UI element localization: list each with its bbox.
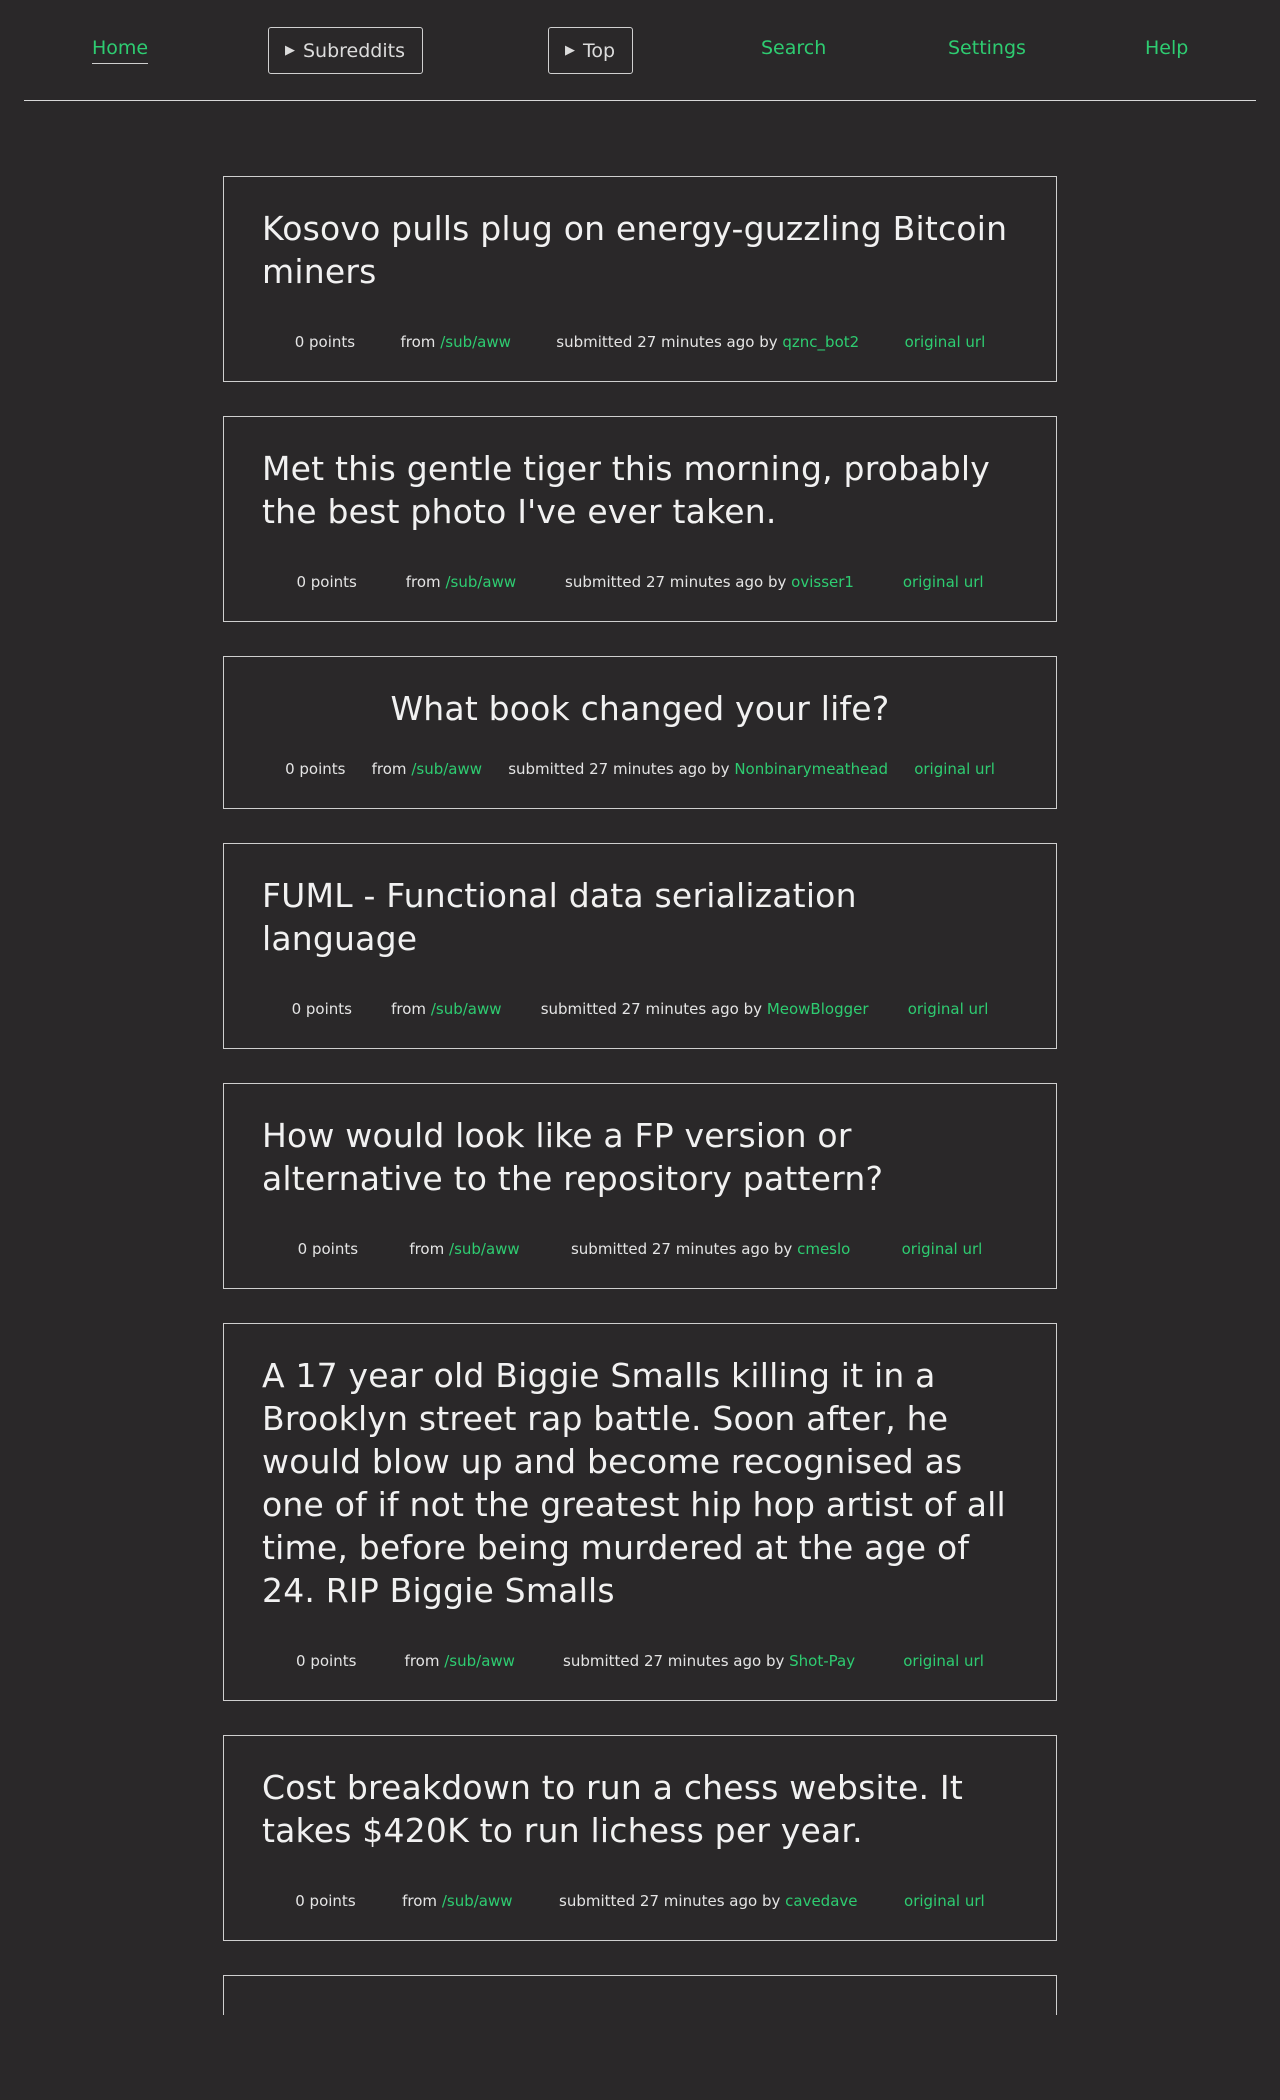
post-card: A 17 year old Biggie Smalls killing it i… [223, 1323, 1057, 1701]
post-card: Met this gentle tiger this morning, prob… [223, 416, 1057, 622]
post-source: from /sub/aww [406, 573, 516, 591]
post-points: 0 points [296, 1652, 357, 1670]
post-meta: 0 points from /sub/aww submitted 27 minu… [262, 1000, 1018, 1018]
submitted-time: submitted 27 minutes ago [565, 573, 764, 591]
top-dropdown-label: Top [583, 39, 616, 62]
by-label: by [759, 333, 778, 351]
submitted-time: submitted 27 minutes ago [559, 1892, 758, 1910]
from-label: from [391, 1000, 427, 1018]
post-meta: 0 points from /sub/aww submitted 27 minu… [262, 1892, 1018, 1910]
post-meta: 0 points from /sub/aww submitted 27 minu… [262, 760, 1018, 778]
author-link[interactable]: MeowBlogger [767, 1000, 869, 1018]
post-card: What book changed your life? 0 points fr… [223, 656, 1057, 809]
subreddit-link[interactable]: /sub/aww [442, 1892, 513, 1910]
by-label: by [761, 1892, 781, 1910]
post-title[interactable]: FUML - Functional data serialization lan… [262, 874, 1018, 960]
post-title[interactable]: How would look like a FP version or alte… [262, 1114, 1018, 1200]
original-url-link[interactable]: original url [904, 1892, 985, 1910]
post-card: Cost breakdown to run a chess website. I… [223, 1735, 1057, 1941]
post-feed: Kosovo pulls plug on energy-guzzling Bit… [223, 176, 1057, 2049]
by-label: by [767, 573, 787, 591]
from-label: from [409, 1240, 445, 1258]
author-link[interactable]: ovisser1 [791, 573, 854, 591]
post-meta: 0 points from /sub/aww submitted 27 minu… [262, 573, 1018, 591]
post-submitted: submitted 27 minutes ago by cmeslo [571, 1240, 850, 1258]
from-label: from [404, 1652, 440, 1670]
post-points: 0 points [295, 1892, 356, 1910]
post-title[interactable]: A 17 year old Biggie Smalls killing it i… [262, 1354, 1018, 1612]
subreddit-link[interactable]: /sub/aww [411, 760, 482, 778]
author-link[interactable]: qznc_bot2 [782, 333, 859, 351]
post-meta: 0 points from /sub/aww submitted 27 minu… [262, 1652, 1018, 1670]
from-label: from [400, 333, 436, 351]
post-source: from /sub/aww [391, 1000, 501, 1018]
submitted-time: submitted 27 minutes ago [563, 1652, 762, 1670]
post-source: from /sub/aww [372, 760, 482, 778]
triangle-right-icon: ▶ [285, 43, 295, 58]
post-title[interactable]: Kosovo pulls plug on energy-guzzling Bit… [262, 207, 1018, 293]
post-card-partial [223, 1975, 1057, 2015]
post-title[interactable]: Cost breakdown to run a chess website. I… [262, 1766, 1018, 1852]
subreddits-dropdown[interactable]: ▶ Subreddits [268, 27, 423, 74]
submitted-time: submitted 27 minutes ago [570, 1240, 770, 1258]
triangle-right-icon: ▶ [565, 43, 575, 58]
original-url-link[interactable]: original url [908, 1000, 989, 1018]
post-points: 0 points [294, 333, 356, 351]
post-title[interactable]: Met this gentle tiger this morning, prob… [262, 447, 1018, 533]
original-url-link[interactable]: original url [902, 1240, 983, 1258]
from-label: from [402, 1892, 438, 1910]
post-submitted: submitted 27 minutes ago by cavedave [559, 1892, 857, 1910]
post-submitted: submitted 27 minutes ago by Nonbinarymea… [508, 760, 888, 778]
nav-home-link[interactable]: Home [92, 37, 149, 64]
nav-help-link[interactable]: Help [1145, 37, 1188, 59]
by-label: by [773, 1240, 793, 1258]
post-meta: 0 points from /sub/aww submitted 27 minu… [262, 1240, 1018, 1258]
post-points: 0 points [297, 1240, 359, 1258]
from-label: from [371, 760, 407, 778]
post-meta: 0 points from /sub/aww submitted 27 minu… [262, 333, 1018, 351]
original-url-link[interactable]: original url [914, 760, 995, 778]
by-label: by [765, 1652, 785, 1670]
subreddit-link[interactable]: /sub/aww [431, 1000, 502, 1018]
post-source: from /sub/aww [402, 1892, 512, 1910]
top-navigation: Home ▶ Subreddits ▶ Top Search Settings … [24, 0, 1256, 101]
post-points: 0 points [291, 1000, 352, 1018]
by-label: by [743, 1000, 763, 1018]
top-dropdown[interactable]: ▶ Top [548, 27, 634, 74]
post-submitted: submitted 27 minutes ago by qznc_bot2 [556, 333, 859, 351]
subreddit-link[interactable]: /sub/aww [445, 573, 516, 591]
post-submitted: submitted 27 minutes ago by MeowBlogger [541, 1000, 869, 1018]
post-points: 0 points [296, 573, 357, 591]
submitted-time: submitted 27 minutes ago [508, 760, 707, 778]
author-link[interactable]: cmeslo [797, 1240, 850, 1258]
post-card: FUML - Functional data serialization lan… [223, 843, 1057, 1049]
post-points: 0 points [285, 760, 346, 778]
author-link[interactable]: cavedave [785, 1892, 857, 1910]
author-link[interactable]: Shot-Pay [789, 1652, 855, 1670]
subreddit-link[interactable]: /sub/aww [444, 1652, 515, 1670]
author-link[interactable]: Nonbinarymeathead [734, 760, 888, 778]
nav-search-link[interactable]: Search [761, 37, 826, 59]
submitted-time: submitted 27 minutes ago [540, 1000, 739, 1018]
nav-settings-link[interactable]: Settings [948, 37, 1026, 59]
post-source: from /sub/aww [401, 333, 511, 351]
post-submitted: submitted 27 minutes ago by ovisser1 [565, 573, 854, 591]
subreddit-link[interactable]: /sub/aww [440, 333, 511, 351]
post-source: from /sub/aww [409, 1240, 519, 1258]
post-card: Kosovo pulls plug on energy-guzzling Bit… [223, 176, 1057, 382]
original-url-link[interactable]: original url [903, 573, 984, 591]
original-url-link[interactable]: original url [903, 1652, 984, 1670]
by-label: by [711, 760, 730, 778]
post-card: How would look like a FP version or alte… [223, 1083, 1057, 1289]
subreddit-link[interactable]: /sub/aww [449, 1240, 520, 1258]
post-submitted: submitted 27 minutes ago by Shot-Pay [563, 1652, 855, 1670]
post-source: from /sub/aww [405, 1652, 515, 1670]
post-title[interactable]: What book changed your life? [262, 687, 1018, 730]
original-url-link[interactable]: original url [905, 333, 986, 351]
from-label: from [405, 573, 441, 591]
subreddits-dropdown-label: Subreddits [303, 39, 405, 62]
submitted-time: submitted 27 minutes ago [556, 333, 755, 351]
